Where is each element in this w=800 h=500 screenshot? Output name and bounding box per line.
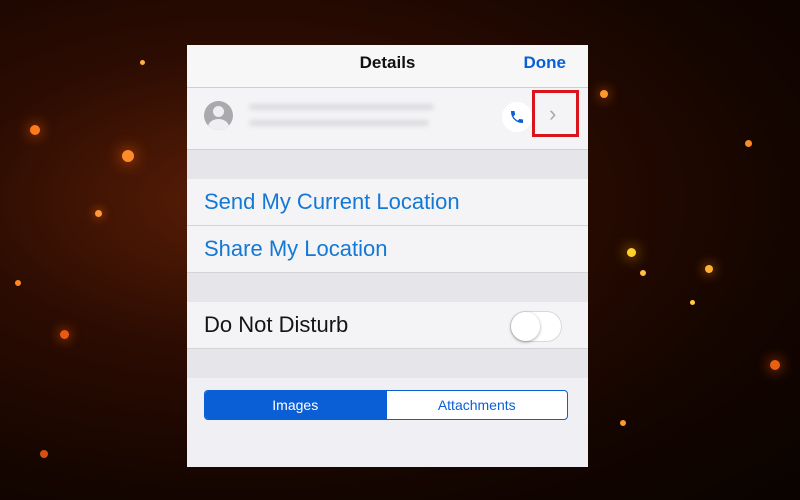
done-button[interactable]: Done <box>524 45 567 87</box>
toggle-knob <box>511 312 540 341</box>
share-my-location-link[interactable]: Share My Location <box>204 226 387 272</box>
tab-attachments[interactable]: Attachments <box>385 391 568 419</box>
avatar <box>204 101 233 130</box>
section-divider <box>187 150 588 179</box>
section-divider <box>187 349 588 378</box>
do-not-disturb-label: Do Not Disturb <box>204 312 349 337</box>
contact-name-blurred <box>249 104 434 110</box>
send-location-row[interactable]: Send My Current Location <box>187 179 588 226</box>
chevron-right-icon: › <box>549 101 557 126</box>
section-divider <box>187 273 588 302</box>
do-not-disturb-toggle[interactable] <box>510 311 562 342</box>
details-screen: Details Done › Send My Current Location … <box>187 45 588 467</box>
contact-info-button[interactable]: › <box>532 90 579 137</box>
send-current-location-link[interactable]: Send My Current Location <box>204 179 460 225</box>
media-segmented-control: Images Attachments <box>204 390 568 420</box>
tab-images[interactable]: Images <box>205 391 386 419</box>
share-location-row[interactable]: Share My Location <box>187 226 588 273</box>
navigation-bar: Details Done <box>187 45 588 88</box>
do-not-disturb-row: Do Not Disturb <box>187 302 588 349</box>
phone-call-button[interactable] <box>502 102 532 132</box>
contact-subtitle-blurred <box>249 120 429 126</box>
